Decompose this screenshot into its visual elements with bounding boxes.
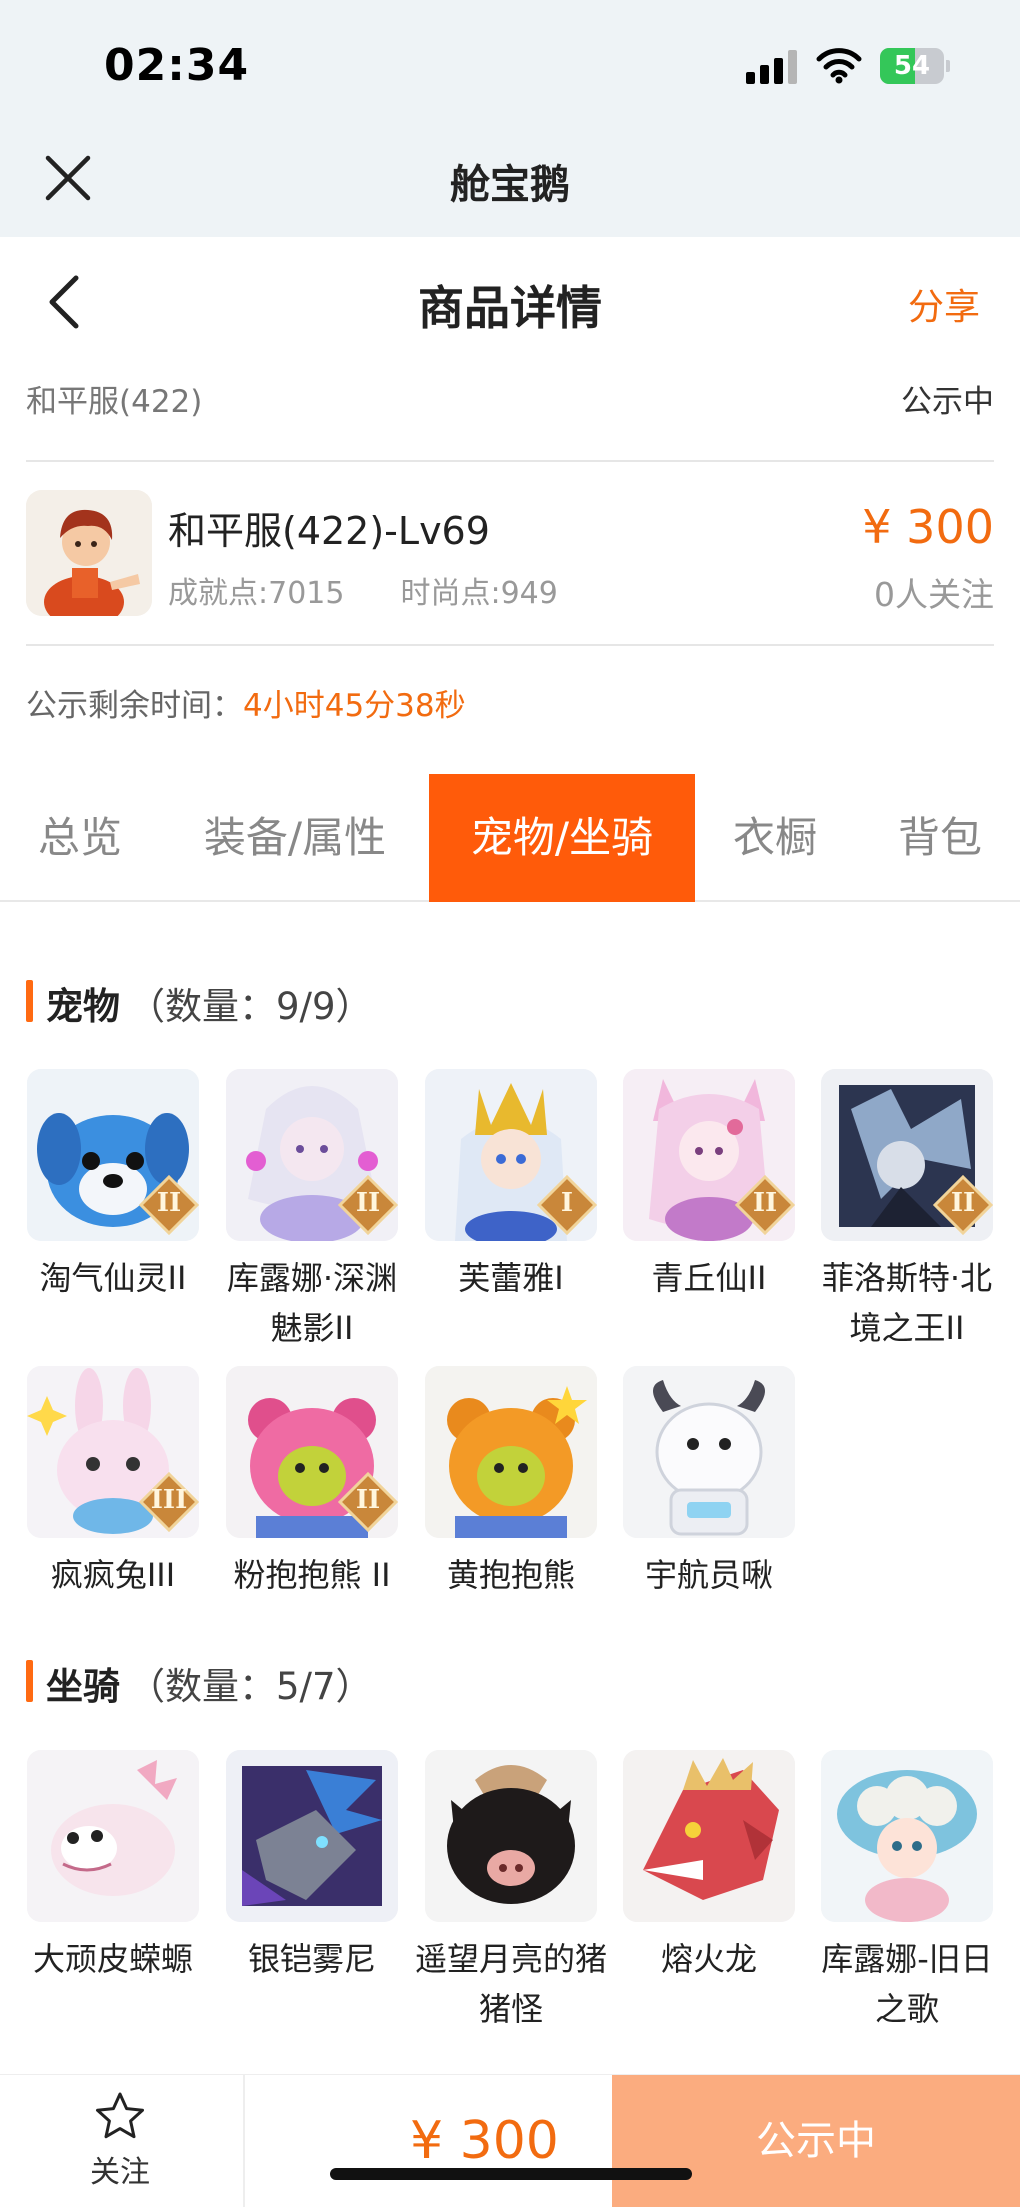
fashion-points: 时尚点:949	[400, 576, 558, 611]
mount-image	[821, 1750, 993, 1922]
pet-name: 宇航员啾	[644, 1556, 773, 1594]
rank-badge-label: II	[355, 1485, 381, 1515]
rank-badge-label: II	[950, 1188, 976, 1218]
character-avatar	[26, 490, 152, 616]
mount-name: 熔火龙	[660, 1940, 757, 1978]
pet-name: 黄抱抱熊	[446, 1556, 575, 1594]
pet-image	[623, 1366, 795, 1538]
pets-title: 宠物	[46, 985, 120, 1028]
tab-equipment[interactable]: 装备/属性	[180, 774, 410, 902]
rank-badge-label: II	[355, 1188, 381, 1218]
status-time: 02:34	[104, 40, 250, 91]
pet-name: 芙蕾雅I	[458, 1259, 564, 1297]
mount-image	[623, 1750, 795, 1922]
countdown-label: 公示剩余时间：	[26, 688, 243, 724]
mount-name: 遥望月亮的猪猪怪	[414, 1940, 607, 2028]
product-attributes: 成就点:7015 时尚点:949	[168, 568, 558, 612]
mount-name: 银铠雾尼	[247, 1940, 376, 1978]
pet-name: 库露娜·深渊魅影II	[226, 1259, 398, 1347]
cellular-signal-icon	[746, 50, 798, 84]
tab-bar: 总览 装备/属性 宠物/坐骑 衣橱 背包	[0, 774, 1020, 902]
pet-name: 粉抱抱熊 II	[233, 1556, 391, 1594]
tab-wardrobe[interactable]: 衣橱	[705, 774, 845, 902]
mount-name: 库露娜-旧日之歌	[821, 1940, 993, 2028]
rank-badge-label: I	[560, 1188, 574, 1218]
bottom-price: ¥ 300	[410, 2111, 559, 2171]
battery-icon: 54	[880, 48, 950, 84]
divider	[26, 460, 994, 462]
mount-image	[226, 1750, 398, 1922]
mounts-title: 坐骑	[46, 1665, 120, 1708]
page-title: 商品详情	[418, 281, 602, 335]
server-name: 和平服(422)	[26, 384, 203, 420]
home-indicator	[330, 2168, 692, 2180]
tab-bag[interactable]: 背包	[870, 774, 1010, 902]
status-action-button[interactable]: 公示中	[612, 2075, 1020, 2207]
top-bar: 02:34 54 舱宝鹅	[0, 0, 1020, 237]
countdown-value: 4小时45分38秒	[243, 688, 466, 724]
product-name: 和平服(422)-Lv69	[168, 509, 490, 553]
mount-image	[27, 1750, 199, 1922]
pets-count: （数量：9/9）	[128, 985, 373, 1028]
rank-badge-label: III	[150, 1485, 188, 1515]
wifi-icon	[816, 48, 862, 84]
divider	[243, 2075, 245, 2207]
rank-badge-label: II	[156, 1188, 182, 1218]
achievement-points: 成就点:7015	[168, 576, 345, 611]
server-status: 公示中	[901, 384, 994, 420]
share-button[interactable]: 分享	[908, 278, 980, 330]
follow-label: 关注	[90, 2155, 150, 2190]
battery-level: 54	[893, 51, 931, 81]
rank-badge-label: II	[752, 1188, 778, 1218]
follower-count: 0人关注	[874, 575, 994, 614]
countdown: 公示剩余时间：4小时45分38秒	[26, 680, 466, 725]
bottom-bar: 关注 ¥ 300 公示中	[0, 2074, 1020, 2207]
pet-name: 青丘仙II	[651, 1259, 767, 1297]
mount-name: 大顽皮蝾螈	[32, 1940, 193, 1978]
app-title: 舱宝鹅	[450, 162, 570, 208]
pet-name: 淘气仙灵II	[39, 1259, 187, 1297]
pet-name: 疯疯兔III	[50, 1556, 176, 1594]
divider	[26, 644, 994, 646]
mounts-count: （数量：5/7）	[128, 1665, 373, 1708]
tab-overview[interactable]: 总览	[10, 774, 150, 902]
product-price: ¥ 300	[862, 500, 994, 554]
pet-image	[425, 1366, 597, 1538]
mount-image	[425, 1750, 597, 1922]
pet-name: 菲洛斯特·北境之王II	[821, 1259, 993, 1347]
follow-button[interactable]: 关注	[70, 2089, 170, 2191]
server-row: 和平服(422) 公示中	[26, 376, 994, 420]
tab-pets-mounts[interactable]: 宠物/坐骑	[429, 774, 695, 902]
star-icon	[96, 2092, 144, 2139]
